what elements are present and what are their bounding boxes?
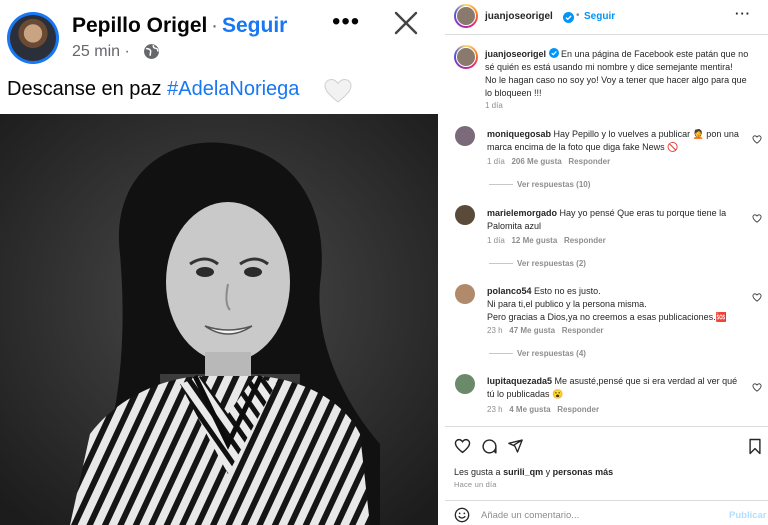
comment-meta: 1 día 12 Me gusta Responder xyxy=(487,236,606,245)
comment-line: Me asusté,pensé que si era verdad al ver… xyxy=(554,376,738,386)
comment-username[interactable]: lupitaquezada5 xyxy=(487,376,552,386)
facebook-post-header: Pepillo Origel · Seguir 25 min · ••• xyxy=(0,0,438,70)
comment-line: Palomita azul xyxy=(487,221,542,231)
reply-button[interactable]: Responder xyxy=(562,326,604,335)
caption-avatar[interactable] xyxy=(454,45,478,69)
comment-line: Ni para ti,el publico y la persona misma… xyxy=(487,299,647,309)
view-replies-button[interactable]: Ver respuestas (4) xyxy=(517,349,586,358)
replies-line xyxy=(489,184,513,185)
comment-text: marielemorgado Hay yo pensé Que eras tu … xyxy=(487,207,726,233)
divider xyxy=(445,500,768,501)
add-comment-input[interactable]: Añade un comentario... xyxy=(481,510,579,521)
comment-line: marca encima de la foto que diga fake Ne… xyxy=(487,142,679,152)
comment-line: Esto no es justo. xyxy=(534,286,601,296)
facebook-post-time[interactable]: 25 min · xyxy=(72,43,130,61)
header-username[interactable]: juanjoseorigel xyxy=(485,11,553,22)
reply-button[interactable]: Responder xyxy=(564,236,606,245)
facebook-author-avatar[interactable] xyxy=(7,12,59,64)
header-follow-button[interactable]: Seguir xyxy=(584,11,615,22)
likes-suffix: y xyxy=(545,467,551,477)
comment-line: Pero gracias a Dios,ya no creemos a esas… xyxy=(487,312,727,322)
likes-user-link[interactable]: surili_qm xyxy=(503,467,543,477)
likes-summary: Les gusta a surili_qm y personas más xyxy=(454,467,613,477)
facebook-caption: Descanse en paz #AdelaNoriega xyxy=(7,78,299,101)
white-heart-icon xyxy=(324,78,352,109)
facebook-post-screenshot: Pepillo Origel · Seguir 25 min · ••• Des… xyxy=(0,0,438,525)
globe-icon xyxy=(143,43,160,65)
more-options-icon[interactable]: ··· xyxy=(735,6,751,21)
heart-outline-icon[interactable] xyxy=(752,210,762,228)
post-time[interactable]: Hace un día xyxy=(454,480,497,489)
emoji-icon[interactable] xyxy=(454,507,470,525)
reply-button[interactable]: Responder xyxy=(557,405,599,414)
comment-username[interactable]: marielemorgado xyxy=(487,208,557,218)
comment-likes[interactable]: 12 Me gusta xyxy=(511,236,557,245)
likes-others-link[interactable]: personas más xyxy=(553,467,614,477)
divider xyxy=(445,426,768,427)
likes-prefix: Les gusta a xyxy=(454,467,501,477)
verified-badge-icon xyxy=(548,48,559,59)
caption-hashtag[interactable]: #AdelaNoriega xyxy=(167,78,299,100)
more-options-icon[interactable]: ••• xyxy=(332,8,360,36)
comment-meta: 1 día 206 Me gusta Responder xyxy=(487,157,610,166)
comment-text: lupitaquezada5 Me asusté,pensé que si er… xyxy=(487,375,737,401)
divider xyxy=(445,34,768,35)
instagram-post-panel: juanjoseorigel • Seguir ··· juanjoseorig… xyxy=(445,0,768,525)
caption-text: Descanse en paz xyxy=(7,78,162,100)
verified-badge-icon xyxy=(563,10,574,28)
caption-time[interactable]: 1 día xyxy=(485,101,503,110)
memorial-portrait-photo[interactable] xyxy=(0,114,438,525)
heart-outline-icon[interactable] xyxy=(752,289,762,307)
comment-time[interactable]: 23 h xyxy=(487,405,503,414)
comment-avatar[interactable] xyxy=(455,284,475,304)
reply-button[interactable]: Responder xyxy=(568,157,610,166)
comment-meta: 23 h 47 Me gusta Responder xyxy=(487,326,604,335)
heart-outline-icon[interactable] xyxy=(752,379,762,397)
comment-line: tú lo publicadas 😮 xyxy=(487,389,564,399)
share-send-icon[interactable] xyxy=(507,438,524,459)
bookmark-icon[interactable] xyxy=(748,438,762,460)
comment-likes[interactable]: 206 Me gusta xyxy=(511,157,561,166)
comment-avatar[interactable] xyxy=(455,126,475,146)
comment-time[interactable]: 1 día xyxy=(487,236,505,245)
comment-time[interactable]: 1 día xyxy=(487,157,505,166)
comment-username[interactable]: moniquegosab xyxy=(487,129,551,139)
caption-block: juanjoseorigel En una página de Facebook… xyxy=(485,48,748,100)
view-replies-button[interactable]: Ver respuestas (10) xyxy=(517,180,590,189)
comment-avatar[interactable] xyxy=(455,374,475,394)
facebook-author-name[interactable]: Pepillo Origel xyxy=(72,14,207,38)
comment-username[interactable]: polanco54 xyxy=(487,286,532,296)
caption-line: sé quién es está usando mi nombre y dice… xyxy=(485,62,733,72)
header-separator: • xyxy=(576,10,580,21)
like-heart-icon[interactable] xyxy=(454,438,471,459)
comment-text: moniquegosab Hay Pepillo y lo vuelves a … xyxy=(487,128,739,154)
comment-likes[interactable]: 4 Me gusta xyxy=(509,405,550,414)
facebook-separator-dot: · xyxy=(211,14,218,37)
caption-line: lo bloqueen !!! xyxy=(485,88,542,98)
caption-line: En una página de Facebook este patán que… xyxy=(561,49,749,59)
comment-line: Hay yo pensé Que eras tu porque tiene la xyxy=(559,208,727,218)
replies-line xyxy=(489,353,513,354)
comment-likes[interactable]: 47 Me gusta xyxy=(509,326,555,335)
caption-line: No le hagan caso no soy yo! Voy a tener … xyxy=(485,75,747,85)
view-replies-button[interactable]: Ver respuestas (2) xyxy=(517,259,586,268)
comment-time[interactable]: 23 h xyxy=(487,326,503,335)
publish-button[interactable]: Publicar xyxy=(729,510,767,521)
comment-avatar[interactable] xyxy=(455,205,475,225)
facebook-follow-button[interactable]: Seguir xyxy=(222,14,287,38)
heart-outline-icon[interactable] xyxy=(752,131,762,149)
close-icon[interactable] xyxy=(393,10,419,41)
comment-bubble-icon[interactable] xyxy=(481,438,498,460)
replies-line xyxy=(489,263,513,264)
caption-username[interactable]: juanjoseorigel xyxy=(485,49,546,59)
comment-meta: 23 h 4 Me gusta Responder xyxy=(487,405,599,414)
header-avatar[interactable] xyxy=(454,4,478,28)
comment-line: Hay Pepillo y lo vuelves a publicar 🤦 po… xyxy=(553,129,739,139)
comment-text: polanco54 Esto no es justo. Ni para ti,e… xyxy=(487,285,727,324)
